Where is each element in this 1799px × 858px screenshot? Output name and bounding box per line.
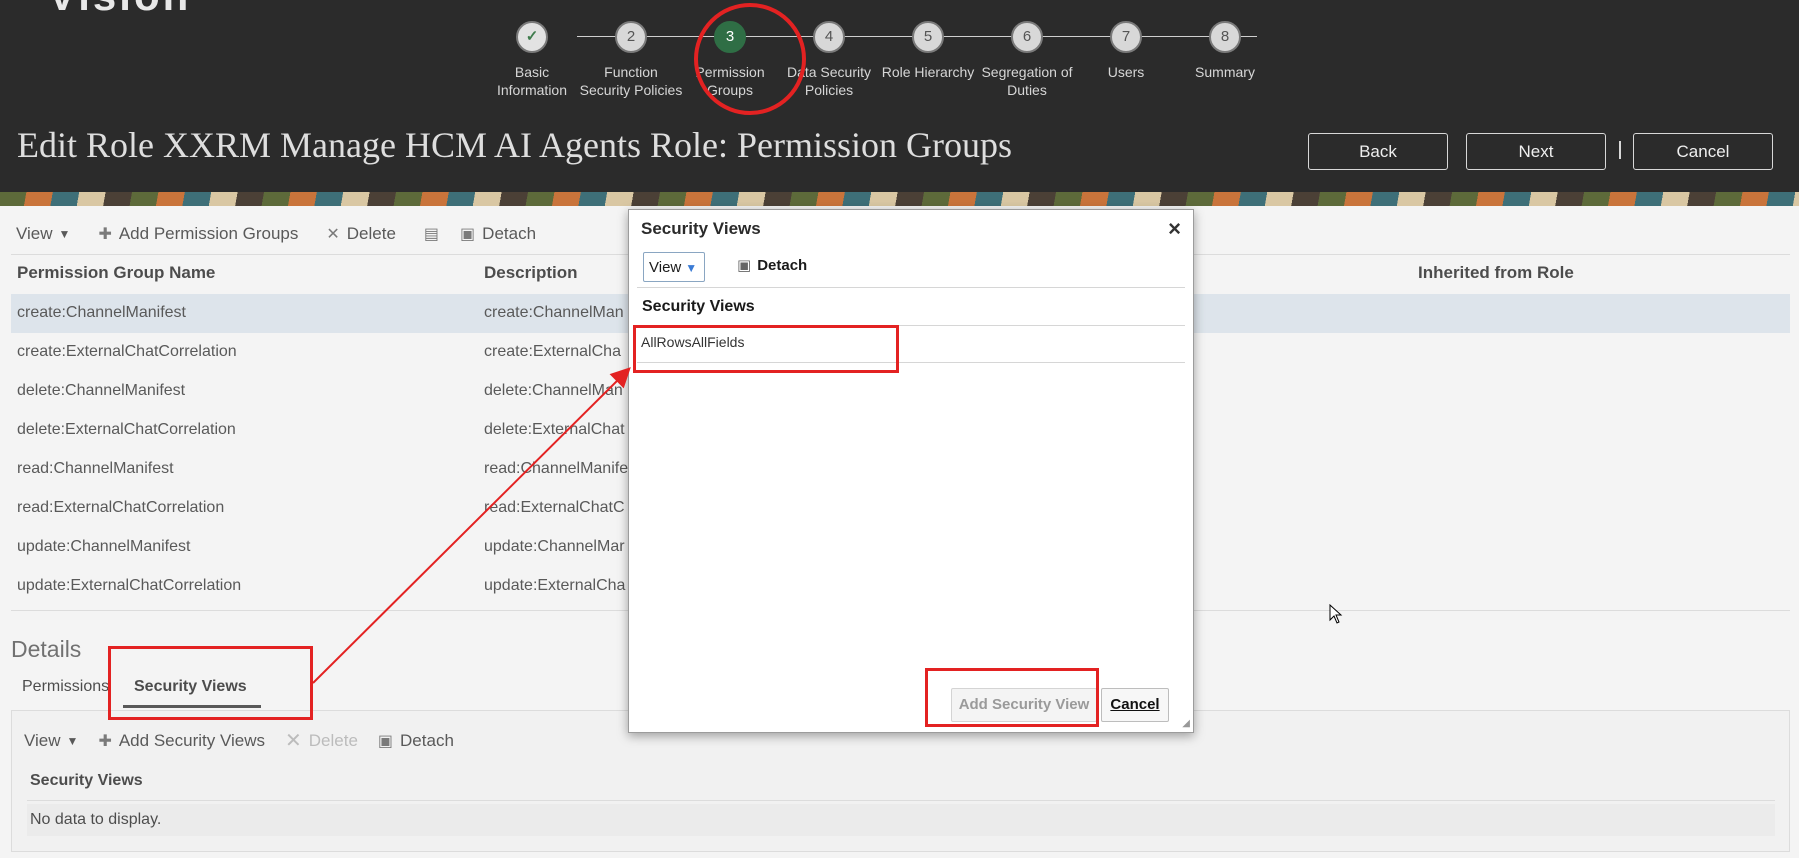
annotation-arrow — [312, 367, 631, 684]
mouse-cursor-icon — [1329, 603, 1343, 629]
